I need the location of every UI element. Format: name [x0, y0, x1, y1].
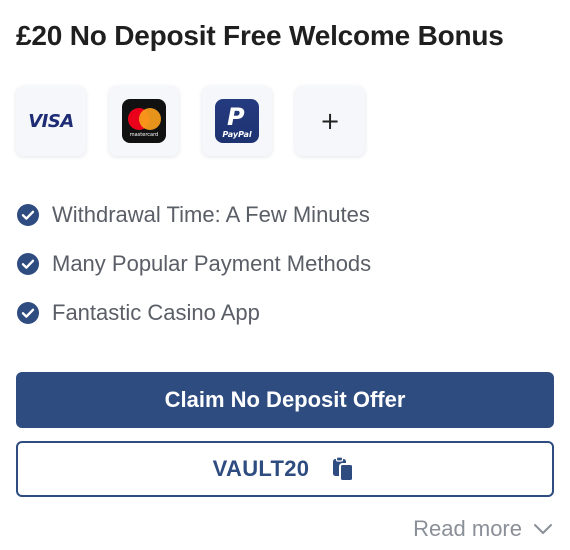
feature-item: Withdrawal Time: A Few Minutes [16, 198, 371, 232]
feature-label: Fantastic Casino App [52, 300, 260, 325]
check-circle-icon [17, 253, 39, 275]
feature-label: Withdrawal Time: A Few Minutes [52, 202, 370, 227]
payment-methods: VISA mastercard P PayPal + [16, 86, 365, 156]
check-circle-icon [17, 204, 39, 226]
payment-method-visa: VISA [16, 86, 86, 156]
feature-list: Withdrawal Time: A Few Minutes Many Popu… [16, 198, 371, 345]
promo-code-copy-button[interactable]: VAULT20 [16, 441, 554, 497]
offer-title: £20 No Deposit Free Welcome Bonus [16, 20, 504, 51]
copy-icon [333, 456, 355, 482]
chevron-down-icon [534, 524, 552, 534]
claim-offer-button[interactable]: Claim No Deposit Offer [16, 372, 554, 428]
payment-method-paypal: P PayPal [202, 86, 272, 156]
feature-item: Many Popular Payment Methods [16, 247, 371, 281]
feature-label: Many Popular Payment Methods [52, 251, 372, 276]
check-circle-icon [17, 302, 39, 324]
more-payment-methods-button[interactable]: + [295, 86, 365, 156]
paypal-logo: P PayPal [215, 99, 259, 143]
feature-item: Fantastic Casino App [16, 296, 371, 330]
read-more-toggle[interactable]: Read more [413, 516, 554, 542]
promo-code: VAULT20 [212, 456, 310, 481]
payment-method-mastercard: mastercard [109, 86, 179, 156]
visa-logo: VISA [28, 110, 74, 132]
mastercard-logo: mastercard [122, 99, 166, 143]
plus-icon: + [319, 107, 341, 135]
read-more-label: Read more [413, 516, 522, 541]
